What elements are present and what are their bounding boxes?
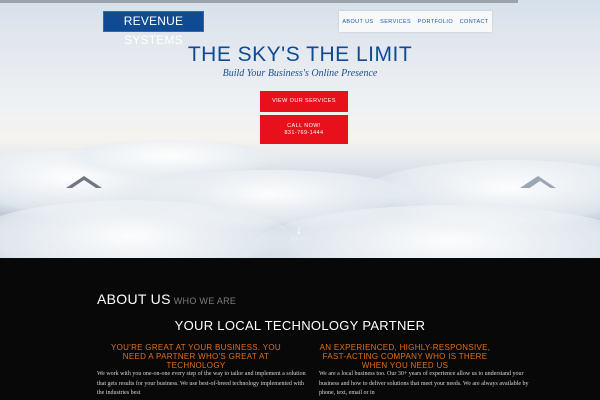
about-title-text: ABOUT US xyxy=(97,291,171,307)
hero-tagline: Build Your Business's Online Presence xyxy=(222,68,378,79)
left-column-body: We work with you one-on-one every step o… xyxy=(97,371,306,396)
nav-item-contact[interactable]: CONTACT xyxy=(460,19,489,25)
section-heading: YOUR LOCAL TECHNOLOGY PARTNER xyxy=(174,318,426,333)
phone-number: 831-769-1444 xyxy=(284,130,324,136)
brand-logo[interactable]: REVENUE SYSTEMS xyxy=(103,11,204,47)
left-column-heading: YOU'RE GREAT AT YOUR BUSINESS. YOU NEED … xyxy=(111,343,281,370)
arrow-down-icon: ↓ xyxy=(295,221,303,237)
view-services-button[interactable]: VIEW OUR SERVICES xyxy=(260,91,348,112)
about-title: ABOUT US WHO WE ARE xyxy=(97,291,236,307)
nav-item-about-us[interactable]: ABOUT US xyxy=(342,19,373,25)
mountain-snow xyxy=(72,180,96,188)
scroll-label: SCROLL xyxy=(289,236,309,241)
right-column-heading: AN EXPERIENCED, HIGHLY-RESPONSIVE, FAST-… xyxy=(319,343,491,370)
nav-item-portfolio[interactable]: PORTFOLIO xyxy=(418,19,453,25)
hero-section: REVENUE SYSTEMS ABOUT US SERVICES PORTFO… xyxy=(0,0,600,258)
call-now-button[interactable]: CALL NOW! 831-769-1444 xyxy=(260,115,348,144)
about-subtitle: WHO WE ARE xyxy=(173,296,237,306)
scroll-indicator[interactable]: ↓ SCROLL xyxy=(287,222,311,241)
cloud xyxy=(60,140,280,180)
mountain-snow xyxy=(528,181,552,189)
main-nav: ABOUT US SERVICES PORTFOLIO CONTACT xyxy=(339,11,492,32)
nav-item-services[interactable]: SERVICES xyxy=(380,19,411,25)
top-accent-bar xyxy=(0,0,518,3)
right-column-body: We are a local business too. Our 30+ yea… xyxy=(319,371,529,396)
hero-headline: THE SKY'S THE LIMIT xyxy=(187,43,413,66)
call-now-label: CALL NOW! xyxy=(287,123,321,129)
